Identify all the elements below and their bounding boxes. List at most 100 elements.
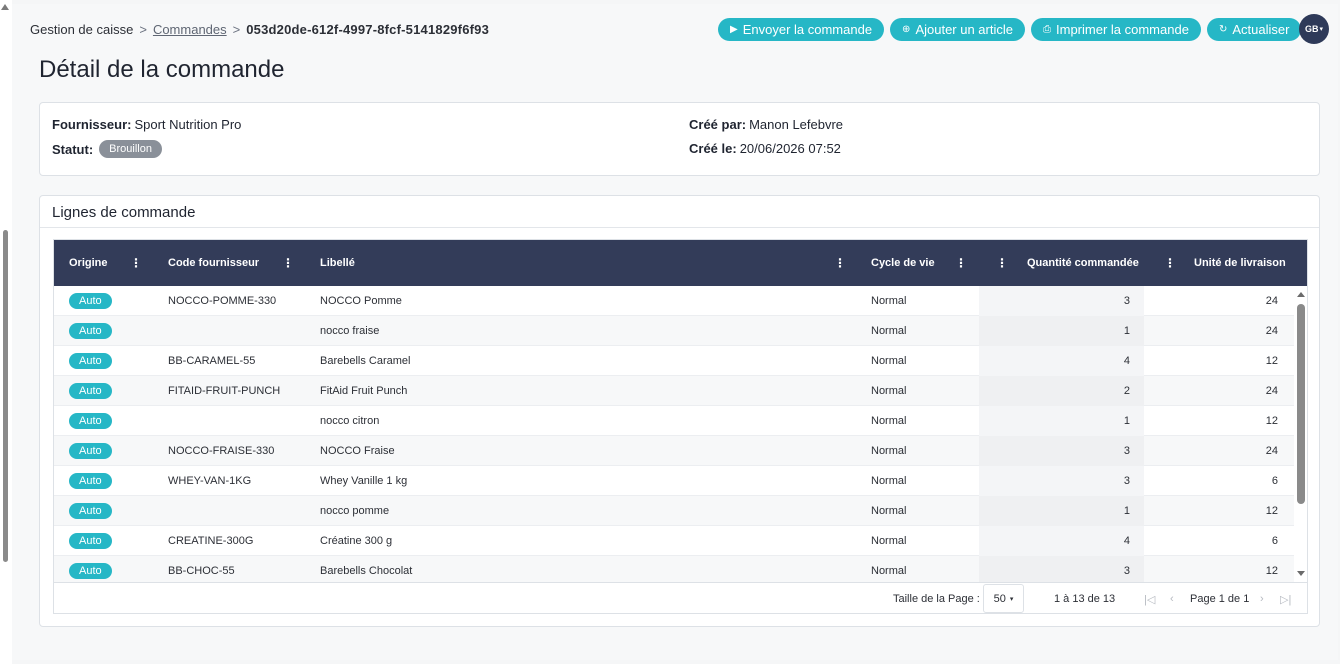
cell-libelle: nocco citron — [320, 415, 380, 427]
table-row[interactable]: Auto CREATINE-300G Créatine 300 g Normal 4 6 — [54, 526, 1294, 556]
table-row[interactable]: Auto NOCCO-FRAISE-330 NOCCO Fraise Normal 3 2… — [54, 436, 1294, 466]
column-header-cycle[interactable]: Cycle de vie — [871, 240, 935, 286]
cell-quantite[interactable]: 1 — [979, 316, 1130, 346]
plus-circle-icon: ⊕ — [902, 24, 911, 35]
breadcrumb-separator: > — [139, 22, 147, 37]
column-menu-icon[interactable]: ⋮ — [282, 256, 294, 270]
cell-origine: Auto — [69, 376, 112, 406]
cell-libelle: FitAid Fruit Punch — [320, 385, 408, 397]
add-item-label: Ajouter un article — [915, 22, 1013, 37]
supplier-value: Sport Nutrition Pro — [134, 117, 242, 132]
cell-quantite[interactable]: 3 — [979, 286, 1130, 316]
last-page-icon[interactable]: ▷| — [1280, 583, 1291, 613]
add-item-button[interactable]: ⊕ Ajouter un article — [890, 18, 1025, 41]
print-order-label: Imprimer la commande — [1056, 22, 1189, 37]
cell-cycle: Normal — [871, 355, 907, 367]
page-scrollbar-thumb[interactable] — [3, 230, 8, 562]
page-size-select[interactable]: 50 ▾ — [983, 584, 1024, 613]
cell-quantite[interactable]: 4 — [979, 346, 1130, 376]
next-page-icon[interactable]: › — [1260, 583, 1264, 613]
table-row[interactable]: Auto nocco fraise Normal 1 24 — [54, 316, 1294, 346]
page-size-label: Taille de la Page : — [893, 593, 980, 605]
chevron-down-icon: ▾ — [1319, 26, 1323, 33]
cell-quantite[interactable]: 3 — [979, 466, 1130, 496]
cell-libelle: NOCCO Fraise — [320, 445, 395, 457]
table-row[interactable]: Auto WHEY-VAN-1KG Whey Vanille 1 kg Normal 3… — [54, 466, 1294, 496]
user-avatar-menu[interactable]: GB ▾ — [1299, 14, 1329, 44]
origin-badge: Auto — [69, 353, 112, 369]
cell-libelle: NOCCO Pomme — [320, 295, 402, 307]
column-menu-icon[interactable]: ⋮ — [1164, 256, 1176, 270]
prev-page-icon[interactable]: ‹ — [1170, 583, 1174, 613]
cell-unite: 12 — [1265, 505, 1278, 517]
column-header-quantite[interactable]: Quantité commandée — [1027, 240, 1139, 286]
scroll-up-icon[interactable] — [1, 4, 9, 10]
send-order-label: Envoyer la commande — [742, 22, 873, 37]
cell-cycle: Normal — [871, 445, 907, 457]
print-icon: ⎙ — [1043, 24, 1051, 35]
table-row[interactable]: Auto NOCCO-POMME-330 NOCCO Pomme Normal 3 24 — [54, 286, 1294, 316]
grid-scrollbar[interactable] — [1294, 286, 1307, 582]
column-header-unite[interactable]: Unité de livraison — [1194, 240, 1286, 286]
breadcrumb-separator: > — [232, 22, 241, 37]
send-order-button[interactable]: ▶ Envoyer la commande — [718, 18, 885, 41]
column-menu-icon[interactable]: ⋮ — [130, 256, 142, 270]
created-by-value: Manon Lefebvre — [749, 117, 844, 132]
scroll-up-icon[interactable] — [1297, 292, 1305, 297]
cell-quantite[interactable]: 2 — [979, 376, 1130, 406]
cell-libelle: nocco pomme — [320, 505, 390, 517]
cell-origine: Auto — [69, 526, 112, 556]
cell-quantite[interactable]: 1 — [979, 496, 1130, 526]
cell-origine: Auto — [69, 346, 112, 376]
toolbar-actions: ▶ Envoyer la commande ⊕ Ajouter un artic… — [718, 18, 1302, 41]
page-size-value: 50 — [993, 592, 1006, 605]
supplier-row: Fournisseur: Sport Nutrition Pro — [52, 117, 241, 132]
order-info-card: Fournisseur: Sport Nutrition Pro Statut:… — [39, 102, 1320, 176]
origin-badge: Auto — [69, 443, 112, 459]
cell-quantite[interactable]: 4 — [979, 526, 1130, 556]
origin-badge: Auto — [69, 293, 112, 309]
origin-badge: Auto — [69, 413, 112, 429]
cell-origine: Auto — [69, 466, 112, 496]
cell-code: NOCCO-FRAISE-330 — [168, 445, 275, 457]
table-row[interactable]: Auto nocco pomme Normal 1 12 — [54, 496, 1294, 526]
cell-code: FITAID-FRUIT-PUNCH — [168, 385, 281, 397]
send-icon: ▶ — [730, 24, 738, 35]
cell-cycle: Normal — [871, 295, 907, 307]
first-page-icon[interactable]: |◁ — [1144, 583, 1155, 613]
cell-origine: Auto — [69, 286, 112, 316]
cell-cycle: Normal — [871, 535, 907, 547]
lines-title: Lignes de commande — [52, 204, 196, 221]
cell-quantite[interactable]: 1 — [979, 406, 1130, 436]
table-row[interactable]: Auto BB-CARAMEL-55 Barebells Caramel Normal… — [54, 346, 1294, 376]
created-at-label: Créé le: — [689, 141, 737, 156]
column-menu-icon[interactable]: ⋮ — [955, 256, 967, 270]
cell-cycle: Normal — [871, 415, 907, 427]
cell-unite: 12 — [1265, 355, 1278, 367]
breadcrumb-link-commandes[interactable]: Commandes — [153, 22, 227, 37]
column-menu-icon[interactable]: ⋮ — [834, 256, 846, 270]
cell-unite: 6 — [1271, 475, 1278, 487]
column-menu-icon[interactable]: ⋮ — [996, 256, 1008, 270]
page-scrollbar[interactable] — [0, 0, 12, 664]
cell-quantite[interactable]: 3 — [979, 436, 1130, 466]
refresh-button[interactable]: ↻ Actualiser — [1206, 18, 1302, 41]
order-lines-card: Lignes de commande Origine ⋮ Code fourni… — [39, 195, 1320, 627]
created-by-row: Créé par: Manon Lefebvre — [689, 117, 843, 132]
table-row[interactable]: Auto FITAID-FRUIT-PUNCH FitAid Fruit Punch… — [54, 376, 1294, 406]
cell-cycle: Normal — [871, 475, 907, 487]
table-row[interactable]: Auto nocco citron Normal 1 12 — [54, 406, 1294, 436]
column-header-libelle[interactable]: Libellé — [320, 240, 355, 286]
page-title: Détail de la commande — [39, 56, 285, 83]
supplier-label: Fournisseur: — [52, 117, 132, 132]
cell-unite: 24 — [1265, 325, 1278, 337]
cell-origine: Auto — [69, 406, 112, 436]
origin-badge: Auto — [69, 323, 112, 339]
main-content: Gestion de caisse > Commandes > 053d20de… — [12, 4, 1338, 660]
scroll-down-icon[interactable] — [1297, 571, 1305, 576]
grid-scrollbar-thumb[interactable] — [1297, 304, 1305, 504]
print-order-button[interactable]: ⎙ Imprimer la commande — [1031, 18, 1201, 41]
cell-libelle: Barebells Caramel — [320, 355, 411, 367]
column-header-origine[interactable]: Origine — [69, 240, 108, 286]
column-header-code[interactable]: Code fournisseur — [168, 240, 259, 286]
